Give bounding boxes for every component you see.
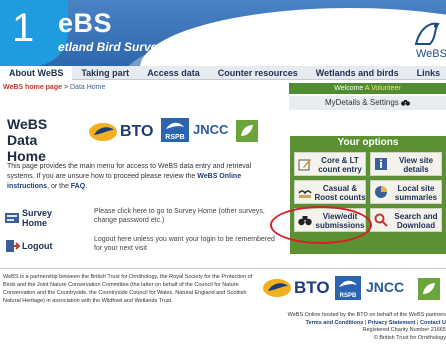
site-header: 1 eBS etland Bird Survey WeBS xyxy=(0,0,446,66)
intro-text: , or the xyxy=(47,183,71,190)
nav-wetlands-and-birds[interactable]: Wetlands and birds xyxy=(307,66,408,80)
bto-bird-icon xyxy=(263,279,291,297)
nav-links[interactable]: Links xyxy=(408,66,446,80)
site-brand[interactable]: eBS xyxy=(58,8,112,39)
header-wave-decoration xyxy=(140,8,446,66)
casual-roost-counts-button[interactable]: Casual & Roost counts xyxy=(294,180,366,204)
your-options-title: Your options xyxy=(337,137,399,148)
footer-divider xyxy=(0,268,446,269)
logout-icon[interactable] xyxy=(4,238,20,254)
binoculars-icon xyxy=(401,100,411,107)
rspb-logo-text: RSPB xyxy=(165,134,185,141)
mydetails-label: MyDetails & Settings xyxy=(324,98,399,107)
breadcrumb: WeBS home page > Data Home xyxy=(3,84,105,91)
option-label: Search and Download xyxy=(394,212,438,230)
bto-logo-text: BTO xyxy=(120,123,154,140)
rspb-logo[interactable]: RSPB xyxy=(161,118,189,142)
jncc-logo-text: JNCC xyxy=(193,122,229,137)
survey-home-link[interactable]: Survey Home xyxy=(22,208,72,228)
nav-taking-part[interactable]: Taking part xyxy=(72,66,138,80)
welcome-user: A Volunteer xyxy=(364,85,401,92)
breadcrumb-separator: > xyxy=(63,84,69,91)
nav-access-data[interactable]: Access data xyxy=(138,66,209,80)
footer-logos: BTO RSPB JNCC xyxy=(262,276,446,302)
core-lt-count-entry-button[interactable]: Core & LT count entry xyxy=(294,152,366,176)
nature-agency-logo[interactable] xyxy=(236,120,258,142)
step-number: 1 xyxy=(12,6,35,50)
summary-chart-icon xyxy=(375,186,387,198)
option-label: Local site summaries xyxy=(394,184,438,202)
footer-link-separator: | xyxy=(364,319,367,326)
footer-rspb-logo[interactable]: RSPB xyxy=(335,276,361,300)
logout-row[interactable]: Logout Logout here unless you want your … xyxy=(4,234,284,258)
footer-link-separator: | xyxy=(417,319,419,326)
breadcrumb-home-link[interactable]: WeBS home page xyxy=(3,84,62,91)
terms-and-conditions-link[interactable]: Terms and Conditions xyxy=(306,320,364,326)
local-site-summaries-button[interactable]: Local site summaries xyxy=(370,180,442,204)
survey-home-row[interactable]: Survey Home Please click here to go to S… xyxy=(4,206,284,230)
footer-copyright: © British Trust for Ornithology xyxy=(373,334,446,341)
contact-us-link[interactable]: Contact U xyxy=(420,320,446,326)
option-label: Casual & Roost counts xyxy=(314,184,366,202)
mydetails-settings-link[interactable]: MyDetails & Settings xyxy=(289,96,446,110)
leaf-icon xyxy=(241,125,253,136)
bto-logo[interactable]: BTO xyxy=(88,122,153,142)
footer-jncc-logo[interactable]: JNCC xyxy=(366,279,404,295)
birds-icon xyxy=(298,190,312,198)
survey-home-icon[interactable] xyxy=(4,210,20,226)
footer-rspb-text: RSPB xyxy=(339,293,357,299)
footer-bto-logo[interactable]: BTO xyxy=(262,278,330,298)
faq-link[interactable]: FAQ xyxy=(71,183,85,190)
view-site-details-button[interactable]: View site details xyxy=(370,152,442,176)
footer-charity-number: Registered Charity Number 21665 xyxy=(362,327,446,333)
rspb-bird-icon xyxy=(166,122,184,129)
option-label: Core & LT count entry xyxy=(318,156,362,174)
footer-partnership-text: WeBS is a partnership between the Britis… xyxy=(3,274,253,304)
site-subtitle: etland Bird Survey xyxy=(58,40,165,54)
breadcrumb-current: Data Home xyxy=(70,84,106,91)
page-title: WeBS Data Home xyxy=(7,116,48,164)
main-nav: About WeBS Taking part Access data Count… xyxy=(0,66,446,80)
leaf-icon xyxy=(423,283,435,294)
nav-about-webs[interactable]: About WeBS xyxy=(0,66,73,80)
site-info-icon xyxy=(375,158,387,170)
search-download-icon xyxy=(374,213,388,227)
search-and-download-button[interactable]: Search and Download xyxy=(370,208,442,232)
webs-corner-logo-text: WeBS xyxy=(416,48,446,60)
intro-paragraph: This page provides the main menu for acc… xyxy=(7,162,275,192)
intro-text: . xyxy=(85,183,88,190)
welcome-prefix: Welcome xyxy=(334,85,364,92)
highlight-annotation-circle xyxy=(270,206,372,244)
privacy-statement-link[interactable]: Privacy Statement xyxy=(368,320,416,326)
logout-link[interactable]: Logout xyxy=(22,241,72,251)
footer-hosted-by: WeBS Online hosted by the BTO on behalf … xyxy=(287,312,446,318)
pencil-icon xyxy=(298,159,311,171)
nav-counter-resources[interactable]: Counter resources xyxy=(209,66,307,80)
footer-nature-agency-logo[interactable] xyxy=(418,278,440,300)
option-label: View site details xyxy=(398,156,434,174)
welcome-bar: Welcome A Volunteer xyxy=(289,83,446,94)
footer-hosting-info: WeBS Online hosted by the BTO on behalf … xyxy=(240,312,446,342)
jncc-logo[interactable]: JNCC xyxy=(193,122,228,137)
footer-links: Terms and Conditions | Privacy Statement… xyxy=(240,320,446,328)
survey-home-description: Please click here to go to Survey Home (… xyxy=(94,208,265,224)
logout-description: Logout here unless you want your login t… xyxy=(94,236,275,252)
rspb-bird-icon xyxy=(339,280,357,287)
footer-bto-text: BTO xyxy=(294,278,330,297)
bto-bird-icon xyxy=(89,123,117,141)
